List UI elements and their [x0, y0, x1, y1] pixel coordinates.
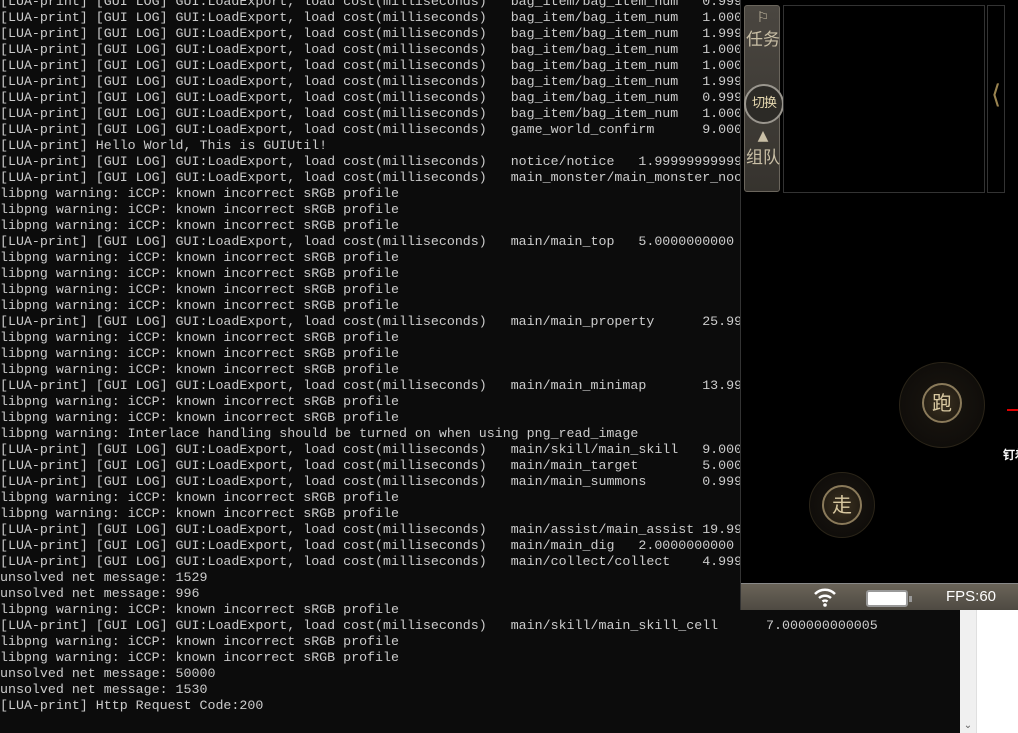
- console-line: unsolved net message: 1530: [0, 682, 208, 697]
- console-line: libpng warning: iCCP: known incorrect sR…: [0, 650, 399, 665]
- console-line: [LUA-print] [GUI LOG] GUI:LoadExport, lo…: [0, 538, 735, 553]
- console-line: [LUA-print] [GUI LOG] GUI:LoadExport, lo…: [0, 74, 743, 89]
- console-line: [LUA-print] [GUI LOG] GUI:LoadExport, lo…: [0, 106, 743, 121]
- game-window[interactable]: ⚐ 任务 切换 ▲ 组队 ⟨ 跑 走 钉着 FPS:60: [740, 0, 1018, 610]
- console-line: unsolved net message: 996: [0, 586, 200, 601]
- console-line: libpng warning: iCCP: known incorrect sR…: [0, 490, 399, 505]
- battery-icon: [866, 590, 912, 607]
- console-line: [LUA-print] [GUI LOG] GUI:LoadExport, lo…: [0, 90, 743, 105]
- console-scrollbar[interactable]: ⌄: [960, 610, 976, 733]
- walk-button-ring: 走: [809, 472, 875, 538]
- console-line: libpng warning: iCCP: known incorrect sR…: [0, 602, 399, 617]
- scroll-down-icon[interactable]: ⌄: [960, 719, 976, 733]
- console-line: [LUA-print] [GUI LOG] GUI:LoadExport, lo…: [0, 378, 743, 393]
- console-line: [LUA-print] [GUI LOG] GUI:LoadExport, lo…: [0, 26, 743, 41]
- console-line: [LUA-print] [GUI LOG] GUI:LoadExport, lo…: [0, 10, 743, 25]
- console-line: [LUA-print] Hello World, This is GUIUtil…: [0, 138, 328, 153]
- console-line: libpng warning: iCCP: known incorrect sR…: [0, 330, 399, 345]
- fps-counter: FPS:60: [946, 588, 997, 605]
- team-tab[interactable]: 组队: [745, 148, 781, 168]
- console-line: libpng warning: iCCP: known incorrect sR…: [0, 266, 399, 281]
- console-line: libpng warning: iCCP: known incorrect sR…: [0, 634, 399, 649]
- task-list-frame: [783, 5, 985, 193]
- console-line: [LUA-print] [GUI LOG] GUI:LoadExport, lo…: [0, 554, 743, 569]
- side-panel: ⚐ 任务 切换 ▲ 组队: [744, 5, 784, 192]
- console-line: libpng warning: iCCP: known incorrect sR…: [0, 186, 399, 201]
- console-line: [LUA-print] [GUI LOG] GUI:LoadExport, lo…: [0, 0, 743, 9]
- status-bar: FPS:60: [741, 583, 1018, 610]
- console-line: libpng warning: iCCP: known incorrect sR…: [0, 410, 399, 425]
- console-line: [LUA-print] [GUI LOG] GUI:LoadExport, lo…: [0, 442, 743, 457]
- console-line: [LUA-print] [GUI LOG] GUI:LoadExport, lo…: [0, 474, 743, 489]
- console-line: unsolved net message: 1529: [0, 570, 208, 585]
- console-line: libpng warning: iCCP: known incorrect sR…: [0, 346, 399, 361]
- map-scroll-icon: ⚐: [756, 10, 770, 26]
- console-line: unsolved net message: 50000: [0, 666, 216, 681]
- console-line: [LUA-print] [GUI LOG] GUI:LoadExport, lo…: [0, 154, 743, 169]
- console-line: [LUA-print] [GUI LOG] GUI:LoadExport, lo…: [0, 42, 743, 57]
- console-line: libpng warning: iCCP: known incorrect sR…: [0, 394, 399, 409]
- console-line: libpng warning: iCCP: known incorrect sR…: [0, 218, 399, 233]
- wifi-icon: [814, 588, 836, 607]
- console-line: libpng warning: iCCP: known incorrect sR…: [0, 298, 399, 313]
- console-line: [LUA-print] [GUI LOG] GUI:LoadExport, lo…: [0, 618, 878, 633]
- run-button[interactable]: 跑: [922, 383, 962, 423]
- nail-text: 钉着: [1003, 448, 1018, 462]
- console-line: [LUA-print] [GUI LOG] GUI:LoadExport, lo…: [0, 314, 743, 329]
- console-line: [LUA-print] [GUI LOG] GUI:LoadExport, lo…: [0, 170, 743, 185]
- team-flag-icon: ▲: [757, 128, 769, 144]
- chevron-left-icon: ⟨: [991, 80, 1002, 110]
- console-line: libpng warning: iCCP: known incorrect sR…: [0, 202, 399, 217]
- console-line: [LUA-print] [GUI LOG] GUI:LoadExport, lo…: [0, 234, 735, 249]
- console-line: libpng warning: iCCP: known incorrect sR…: [0, 362, 399, 377]
- task-tab[interactable]: 任务: [745, 30, 781, 50]
- console-line: libpng warning: Interlace handling shoul…: [0, 426, 639, 441]
- run-button-ring: 跑: [899, 362, 985, 448]
- minimap-toggle[interactable]: ⟨: [987, 5, 1005, 193]
- console-line: libpng warning: iCCP: known incorrect sR…: [0, 250, 399, 265]
- console-line: [LUA-print] [GUI LOG] GUI:LoadExport, lo…: [0, 458, 743, 473]
- console-line: [LUA-print] [GUI LOG] GUI:LoadExport, lo…: [0, 522, 743, 537]
- background-window: [976, 610, 1018, 733]
- console-line: [LUA-print] [GUI LOG] GUI:LoadExport, lo…: [0, 122, 743, 137]
- console-line: libpng warning: iCCP: known incorrect sR…: [0, 506, 399, 521]
- console-line: [LUA-print] [GUI LOG] GUI:LoadExport, lo…: [0, 58, 743, 73]
- walk-button[interactable]: 走: [822, 485, 862, 525]
- indicator-line: [1007, 409, 1018, 411]
- console-line: libpng warning: iCCP: known incorrect sR…: [0, 282, 399, 297]
- console-line: [LUA-print] Http Request Code:200: [0, 698, 264, 713]
- switch-button[interactable]: 切换: [744, 84, 784, 124]
